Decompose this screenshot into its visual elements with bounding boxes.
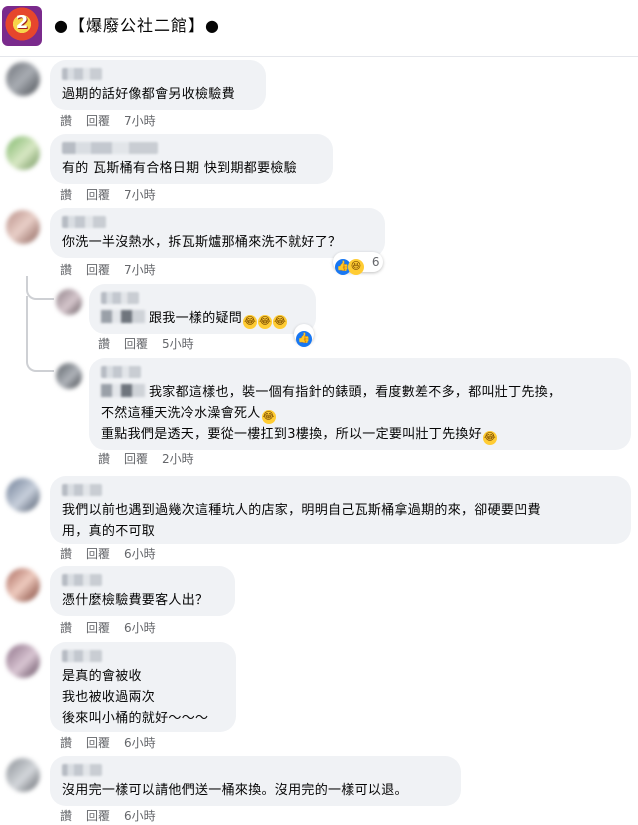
timestamp[interactable]: 6小時 xyxy=(124,547,156,561)
haha-reaction-icon: 😆 xyxy=(348,259,364,275)
comment-text: 你洗一半沒熱水，拆瓦斯爐那桶來洗不就好了？ xyxy=(62,235,342,250)
comment-bubble: 我們以前也遇到過幾次這種坑人的店家，明明自己瓦斯桶拿過期的來，卻硬要凹費 用，真… xyxy=(50,476,631,544)
comment-text: 不然這種天洗冷水澡會死人 😂 xyxy=(101,406,276,424)
comment-actions: 讚回覆 7小時 xyxy=(60,262,170,278)
reply-link[interactable]: 回覆 xyxy=(86,547,110,561)
timestamp[interactable]: 7小時 xyxy=(124,114,156,128)
group-logo-text: 2 xyxy=(15,12,29,33)
comment-bubble: 沒用完一樣可以請他們送一桶來換。沒用完的一樣可以退。 xyxy=(50,756,461,806)
comment-text: 沒用完一樣可以請他們送一桶來換。沒用完的一樣可以退。 xyxy=(62,783,408,798)
comment-actions: 讚回覆 7小時 xyxy=(60,113,170,129)
comment-actions: 讚回覆 7小時 xyxy=(60,187,170,203)
like-reaction-icon: 👍 xyxy=(296,331,312,347)
group-logo[interactable]: 2 xyxy=(2,6,42,46)
reply-link[interactable]: 回覆 xyxy=(86,263,110,277)
comment-text: 我們以前也遇到過幾次這種坑人的店家，明明自己瓦斯桶拿過期的來，卻硬要凹費 xyxy=(62,503,541,518)
comment-bubble: 是真的會被收 我也被收過兩次 後來叫小桶的就好～～～ xyxy=(50,642,236,732)
comment-bubble: 有的 瓦斯桶有合格日期 快到期都要檢驗 xyxy=(50,134,333,184)
reaction-count: 6 xyxy=(371,255,380,269)
avatar[interactable] xyxy=(6,644,40,678)
avatar[interactable] xyxy=(6,210,40,244)
timestamp[interactable]: 7小時 xyxy=(124,263,156,277)
comment-author[interactable] xyxy=(62,574,102,586)
comment-text: 憑什麼檢驗費要客人出？ xyxy=(62,593,209,608)
comment-author[interactable] xyxy=(62,216,106,228)
comment-bubble: 過期的話好像都會另收檢驗費 xyxy=(50,60,266,110)
comment-text: 後來叫小桶的就好～～～ xyxy=(62,711,209,726)
comment-actions: 讚回覆 6小時 xyxy=(60,546,170,562)
comment-text: 是真的會被收 xyxy=(62,669,142,684)
laughing-emoji-icon: 😂 xyxy=(273,315,288,329)
like-link[interactable]: 讚 xyxy=(60,809,72,823)
comment-text: 過期的話好像都會另收檢驗費 xyxy=(62,87,235,102)
comment-author[interactable] xyxy=(62,764,102,776)
group-title[interactable]: ●【爆廢公社二館】● xyxy=(54,15,220,37)
laughing-emoji-icon: 😂 xyxy=(258,315,273,329)
timestamp[interactable]: 7小時 xyxy=(124,188,156,202)
reply-bubble: 跟我一樣的疑問 😂 😂 😂 xyxy=(89,284,316,334)
comment-bubble: 憑什麼檢驗費要客人出？ xyxy=(50,566,235,616)
comment-text: 跟我一樣的疑問 😂 😂 😂 xyxy=(101,308,304,329)
laughing-emoji-icon: 😂 xyxy=(261,410,276,424)
tagged-name[interactable] xyxy=(101,310,145,323)
laughing-emoji-icon: 😂 xyxy=(243,315,258,329)
thread-line xyxy=(26,296,54,372)
like-link[interactable]: 讚 xyxy=(60,547,72,561)
reply-link[interactable]: 回覆 xyxy=(124,337,148,351)
timestamp[interactable]: 5小時 xyxy=(162,337,194,351)
group-header: 2 ●【爆廢公社二館】● xyxy=(0,0,638,57)
comment-text: 用，真的不可取 xyxy=(62,524,156,539)
comment-text: 我家都這樣也，裝一個有指針的錶頭，看度數差不多，都叫壯丁先換， xyxy=(101,382,619,403)
avatar[interactable] xyxy=(56,289,82,315)
like-link[interactable]: 讚 xyxy=(60,621,72,635)
avatar[interactable] xyxy=(6,478,40,512)
like-link[interactable]: 讚 xyxy=(98,337,110,351)
timestamp[interactable]: 6小時 xyxy=(124,621,156,635)
timestamp[interactable]: 2小時 xyxy=(162,452,194,466)
like-link[interactable]: 讚 xyxy=(60,114,72,128)
timestamp[interactable]: 6小時 xyxy=(124,809,156,823)
reply-link[interactable]: 回覆 xyxy=(86,736,110,750)
reply-link[interactable]: 回覆 xyxy=(86,114,110,128)
avatar[interactable] xyxy=(6,62,40,96)
comment-actions: 讚回覆 6小時 xyxy=(60,808,170,824)
comment-actions: 讚回覆 6小時 xyxy=(60,735,170,751)
tagged-name[interactable] xyxy=(101,384,145,397)
comment-author[interactable] xyxy=(62,650,102,662)
comment-actions: 讚回覆 2小時 xyxy=(98,451,208,467)
reply-bubble: 我家都這樣也，裝一個有指針的錶頭，看度數差不多，都叫壯丁先換， 不然這種天洗冷水… xyxy=(89,358,631,450)
comment-author[interactable] xyxy=(62,484,102,496)
comment-text: 我也被收過兩次 xyxy=(62,690,156,705)
avatar[interactable] xyxy=(56,363,82,389)
reply-link[interactable]: 回覆 xyxy=(86,188,110,202)
avatar[interactable] xyxy=(6,136,40,170)
reply-link[interactable]: 回覆 xyxy=(124,452,148,466)
laughing-emoji-icon: 😂 xyxy=(482,431,497,445)
comment-author[interactable] xyxy=(62,142,158,154)
timestamp[interactable]: 6小時 xyxy=(124,736,156,750)
like-link[interactable]: 讚 xyxy=(60,263,72,277)
reply-link[interactable]: 回覆 xyxy=(86,621,110,635)
avatar[interactable] xyxy=(6,568,40,602)
comment-author[interactable] xyxy=(101,366,141,378)
like-link[interactable]: 讚 xyxy=(98,452,110,466)
comment-actions: 讚回覆 5小時 xyxy=(98,336,208,352)
comment-text: 有的 瓦斯桶有合格日期 快到期都要檢驗 xyxy=(62,161,297,176)
reply-link[interactable]: 回覆 xyxy=(86,809,110,823)
avatar[interactable] xyxy=(6,758,40,792)
reaction-summary[interactable]: 👍 xyxy=(294,324,314,347)
comment-actions: 讚回覆 6小時 xyxy=(60,620,170,636)
comment-bubble: 你洗一半沒熱水，拆瓦斯爐那桶來洗不就好了？ xyxy=(50,208,385,258)
comment-author[interactable] xyxy=(62,68,102,80)
like-link[interactable]: 讚 xyxy=(60,188,72,202)
reaction-summary[interactable]: 👍 😆 6 xyxy=(333,252,384,275)
comment-text: 重點我們是透天，要從一樓扛到3樓換，所以一定要叫壯丁先換好 😂 xyxy=(101,427,497,445)
comment-author[interactable] xyxy=(101,292,139,304)
like-link[interactable]: 讚 xyxy=(60,736,72,750)
